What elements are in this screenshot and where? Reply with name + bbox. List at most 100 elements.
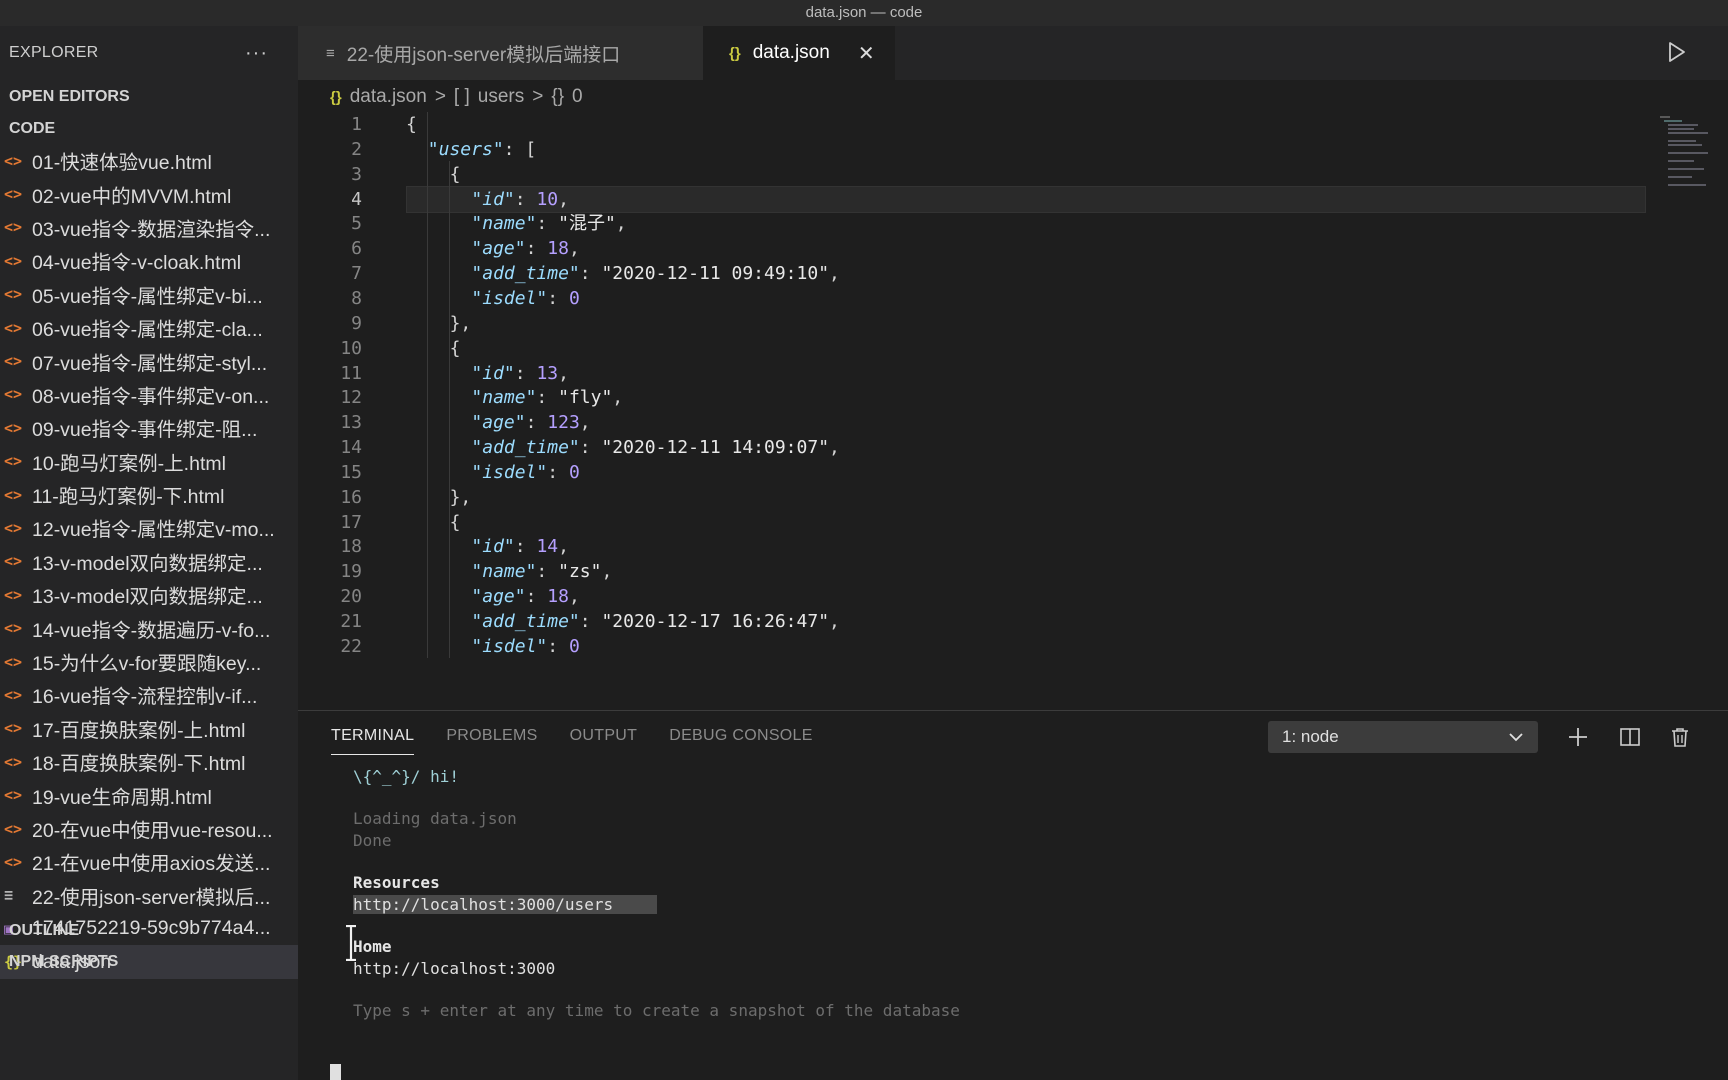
code-token: , (829, 611, 840, 632)
breadcrumb-separator: > (434, 86, 446, 107)
code-folder-section[interactable]: CODE (0, 114, 298, 144)
file-item[interactable]: <> 12-vue指令-属性绑定v-mo... (0, 511, 298, 544)
code-line[interactable]: 9}, (298, 310, 1728, 337)
terminal-home-url[interactable]: http://localhost:3000 (353, 959, 555, 978)
file-item[interactable]: <> 17-百度换肤案例-上.html (0, 712, 298, 745)
new-terminal-button[interactable] (1564, 723, 1592, 751)
tab-label: data.json (752, 42, 830, 63)
code-line[interactable]: 4 "id": 10, (298, 186, 1728, 213)
code-line[interactable]: 14 "add_time": "2020-12-11 14:09:07", (298, 434, 1728, 461)
line-text: "name": "zs", (471, 558, 612, 585)
code-line[interactable]: 3{ (298, 161, 1728, 188)
file-name: 05-vue指令-属性绑定v-bi... (32, 285, 263, 308)
line-number: 13 (340, 412, 362, 434)
html-file-icon: <> (4, 819, 23, 838)
terminal-select[interactable]: 1: node (1268, 721, 1538, 753)
npm-scripts-section[interactable]: NPM SCRIPTS (0, 953, 298, 971)
file-item[interactable]: <> 15-为什么v-for要跟随key... (0, 645, 298, 678)
breadcrumb-item[interactable]: 0 (572, 86, 583, 108)
code-line[interactable]: 16}, (298, 484, 1728, 511)
code-line[interactable]: 17 { (298, 509, 1728, 536)
code-line[interactable]: 22 "isdel": 0 (298, 633, 1728, 660)
code-token: "混子" (558, 213, 616, 235)
json-file-icon: {} (330, 88, 342, 106)
code-line[interactable]: 6 "age": 18, (298, 235, 1728, 262)
open-editors-section[interactable]: OPEN EDITORS (0, 80, 298, 114)
code-line[interactable]: 11 "id": 13, (298, 360, 1728, 387)
code-token: "id" (471, 188, 515, 210)
breadcrumb-file[interactable]: data.json (350, 86, 427, 108)
file-name: 14-vue指令-数据遍历-v-fo... (32, 619, 271, 642)
breadcrumb-users[interactable]: users (478, 86, 524, 108)
file-item[interactable]: <> 14-vue指令-数据遍历-v-fo... (0, 611, 298, 644)
file-item[interactable]: <> 05-vue指令-属性绑定v-bi... (0, 278, 298, 311)
file-item[interactable]: <> 08-vue指令-事件绑定v-on... (0, 378, 298, 411)
tab-output[interactable]: OUTPUT (570, 711, 638, 761)
code-line[interactable]: 12 "name": "fly", (298, 384, 1728, 411)
code-token: "age" (471, 586, 526, 608)
tab-terminal[interactable]: TERMINAL (331, 711, 415, 761)
tab-readme[interactable]: ≡ 22-使用json-server模拟后端接口 (298, 26, 703, 80)
file-item[interactable]: <> 01-快速体验vue.html (0, 144, 298, 177)
code-line[interactable]: 7 "add_time": "2020-12-11 09:49:10", (298, 260, 1728, 287)
code-line[interactable]: 2 "users": [ (298, 136, 1728, 163)
code-token: "fly" (558, 387, 613, 409)
code-line[interactable]: 18 "id": 14, (298, 533, 1728, 560)
file-item[interactable]: <> 18-百度换肤案例-下.html (0, 745, 298, 778)
more-actions-icon[interactable]: ··· (245, 42, 268, 65)
split-terminal-button[interactable] (1616, 723, 1644, 751)
html-file-icon: <> (4, 518, 23, 537)
file-item[interactable]: <> 07-vue指令-属性绑定-styl... (0, 344, 298, 377)
html-file-icon: <> (4, 452, 23, 471)
file-item[interactable]: <> 19-vue生命周期.html (0, 778, 298, 811)
close-tab-icon[interactable]: ✕ (858, 41, 875, 66)
line-number: 11 (340, 362, 362, 384)
file-item[interactable]: <> 03-vue指令-数据渲染指令... (0, 211, 298, 244)
code-token: : (547, 461, 569, 483)
terminal-output[interactable]: \{^_^}/ hi! Loading data.json Done Resou… (298, 761, 1728, 1080)
array-icon: [ ] (453, 86, 470, 107)
file-item[interactable]: <> 16-vue指令-流程控制v-if... (0, 678, 298, 711)
file-item[interactable]: <> 06-vue指令-属性绑定-cla... (0, 311, 298, 344)
code-token: 123 (547, 412, 580, 434)
file-item[interactable]: <> 20-在vue中使用vue-resou... (0, 812, 298, 845)
code-line[interactable]: 8 "isdel": 0 (298, 285, 1728, 312)
code-line[interactable]: 21 "add_time": "2020-12-17 16:26:47", (298, 608, 1728, 635)
code-line[interactable]: 1{ (298, 112, 1728, 138)
code-line[interactable]: 5 "name": "混子", (298, 210, 1728, 237)
selected-url[interactable]: http://localhost:3000/users (353, 895, 658, 914)
line-number: 12 (340, 387, 362, 409)
code-line[interactable]: 19 "name": "zs", (298, 558, 1728, 585)
code-line[interactable]: 13 "age": 123, (298, 409, 1728, 436)
tab-data-json[interactable]: {} data.json ✕ (703, 26, 895, 80)
file-item[interactable]: <> 21-在vue中使用axios发送... (0, 845, 298, 878)
file-name: 04-vue指令-v-cloak.html (32, 252, 242, 275)
file-item[interactable]: <> 11-跑马灯案例-下.html (0, 478, 298, 511)
code-line[interactable]: 20 "age": 18, (298, 583, 1728, 610)
code-token: , (558, 536, 569, 558)
file-name: 09-vue指令-事件绑定-阻... (32, 419, 258, 442)
tab-debug-console[interactable]: DEBUG CONSOLE (669, 711, 813, 761)
tab-problems[interactable]: PROBLEMS (446, 711, 537, 761)
file-item[interactable]: <> 09-vue指令-事件绑定-阻... (0, 411, 298, 444)
file-name: 19-vue生命周期.html (32, 786, 212, 809)
file-item[interactable]: <> 13-v-model双向数据绑定... (0, 578, 298, 611)
kill-terminal-button[interactable] (1666, 723, 1694, 751)
code-line[interactable]: 15 "isdel": 0 (298, 459, 1728, 486)
file-name: 12-vue指令-属性绑定v-mo... (32, 519, 275, 542)
file-name: 01-快速体验vue.html (32, 152, 212, 175)
code-line[interactable]: 10 { (298, 335, 1728, 362)
terminal-resources-url[interactable]: http://localhost:3000/users (353, 895, 658, 914)
file-name: 11-跑马灯案例-下.html (32, 486, 225, 509)
run-icon[interactable] (1664, 40, 1688, 64)
file-list: <> 01-快速体验vue.html <> 02-vue中的MVVM.html <> 03… (0, 144, 298, 979)
code-token: 0 (568, 635, 580, 657)
file-item[interactable]: <> 04-vue指令-v-cloak.html (0, 244, 298, 277)
outline-section[interactable]: OUTLINE (0, 922, 298, 940)
file-item[interactable]: <> 13-v-model双向数据绑定... (0, 545, 298, 578)
file-item[interactable]: <> 10-跑马灯案例-上.html (0, 445, 298, 478)
file-item[interactable]: ≡ 22-使用json-server模拟后... (0, 879, 298, 912)
file-item[interactable]: <> 02-vue中的MVVM.html (0, 177, 298, 210)
code-token: 18 (547, 238, 569, 260)
code-editor[interactable]: 1{2 "users": [3{4 "id": 10, 5 "name": "混子", 6… (298, 112, 1728, 710)
